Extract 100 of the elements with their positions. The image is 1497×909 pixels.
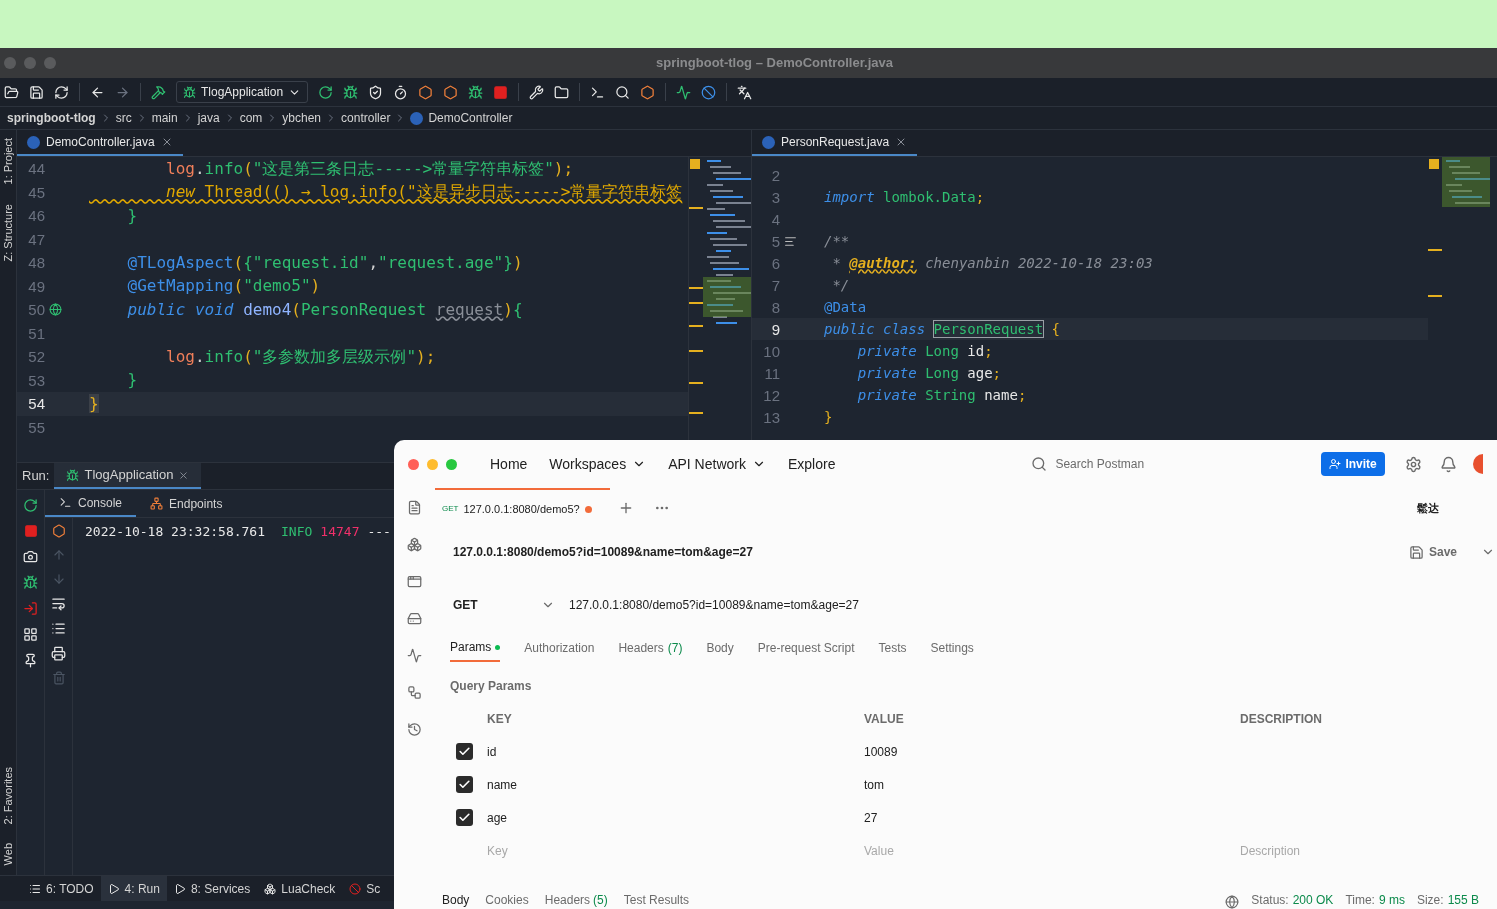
breadcrumb[interactable]: DemoController bbox=[428, 109, 513, 127]
history-icon[interactable] bbox=[407, 722, 422, 737]
hexagon-icon[interactable] bbox=[640, 84, 656, 100]
value-field[interactable]: Value bbox=[864, 841, 1064, 860]
param-value[interactable]: 10089 bbox=[864, 742, 898, 761]
hexagon-icon[interactable] bbox=[418, 84, 434, 100]
monitors-icon[interactable] bbox=[407, 648, 422, 663]
breadcrumb[interactable]: java bbox=[197, 109, 220, 127]
breadcrumb[interactable]: springboot-tlog bbox=[7, 109, 96, 127]
breadcrumb[interactable]: ybchen bbox=[282, 109, 322, 127]
back-icon[interactable] bbox=[90, 84, 105, 100]
pin-icon[interactable] bbox=[23, 653, 38, 668]
login-icon[interactable] bbox=[23, 601, 38, 616]
nav-item[interactable]: Home bbox=[490, 453, 528, 475]
list-icon[interactable] bbox=[51, 621, 66, 636]
nav-item[interactable]: Workspaces bbox=[549, 453, 647, 475]
response-tab[interactable]: Cookies bbox=[485, 891, 529, 909]
ban-icon[interactable] bbox=[701, 84, 717, 100]
run-tab[interactable]: TlogApplication bbox=[54, 463, 202, 489]
translate-icon[interactable] bbox=[737, 84, 753, 100]
globe-icon[interactable] bbox=[1225, 895, 1240, 909]
breadcrumb[interactable]: controller bbox=[341, 109, 391, 127]
bug-icon[interactable] bbox=[468, 84, 484, 100]
rerun-icon[interactable] bbox=[318, 84, 334, 100]
wrap-icon[interactable] bbox=[51, 596, 66, 611]
tool-window-button[interactable]: Z: Structure bbox=[0, 204, 17, 262]
nav-item[interactable]: API Network bbox=[668, 453, 766, 475]
tool-window-tab[interactable]: 6: TODO bbox=[22, 876, 101, 901]
checkbox[interactable] bbox=[456, 776, 473, 793]
close-icon[interactable] bbox=[178, 469, 190, 481]
request-tab-item[interactable]: Tests bbox=[878, 634, 907, 662]
stop-icon[interactable] bbox=[23, 524, 38, 538]
flows-icon[interactable] bbox=[407, 685, 422, 700]
param-key[interactable]: id bbox=[487, 742, 497, 761]
environments-icon[interactable] bbox=[407, 574, 422, 589]
camera-icon[interactable] bbox=[23, 549, 38, 564]
request-tab-item[interactable]: Body bbox=[706, 634, 734, 662]
request-tab-item[interactable]: Headers (7) bbox=[618, 634, 683, 662]
request-tab[interactable]: GET 127.0.0.1:8080/demo5? bbox=[435, 488, 610, 528]
settings-icon[interactable] bbox=[1404, 455, 1422, 473]
method-select[interactable]: GET bbox=[453, 596, 569, 614]
lines-icon[interactable] bbox=[783, 234, 797, 248]
workspace-user[interactable]: 鬆达 bbox=[1417, 499, 1439, 517]
search-field[interactable]: Search Postman bbox=[1031, 455, 1312, 473]
breadcrumb[interactable]: com bbox=[239, 109, 263, 127]
new-tab-icon[interactable] bbox=[618, 500, 634, 516]
search-icon[interactable] bbox=[615, 84, 631, 100]
save-button[interactable]: Save bbox=[1408, 543, 1457, 561]
close-light[interactable] bbox=[408, 458, 419, 470]
param-value[interactable]: tom bbox=[864, 775, 884, 794]
terminal-icon[interactable] bbox=[590, 84, 606, 100]
apis-icon[interactable] bbox=[407, 537, 422, 552]
hexagon-icon[interactable] bbox=[443, 84, 459, 100]
response-tab[interactable]: Test Results bbox=[623, 891, 690, 909]
param-value[interactable]: 27 bbox=[864, 808, 878, 827]
console-tab[interactable]: Endpoints bbox=[136, 490, 237, 517]
param-key[interactable]: name bbox=[487, 775, 518, 794]
forward-icon[interactable] bbox=[115, 84, 130, 100]
response-tab[interactable]: Headers (5) bbox=[544, 891, 608, 909]
tool-window-tab[interactable]: LuaCheck bbox=[257, 876, 343, 901]
shield-icon[interactable] bbox=[368, 84, 384, 100]
bell-icon[interactable] bbox=[1439, 455, 1457, 473]
request-tab-item[interactable]: Settings bbox=[930, 634, 974, 662]
description-field[interactable]: Description bbox=[1240, 841, 1440, 860]
param-key[interactable]: age bbox=[487, 808, 508, 827]
key-field[interactable]: Key bbox=[487, 841, 687, 860]
breadcrumb[interactable]: src bbox=[115, 109, 132, 127]
tool-window-tab[interactable]: 4: Run bbox=[100, 876, 167, 901]
wrench-icon[interactable] bbox=[529, 84, 545, 100]
timer-icon[interactable] bbox=[393, 84, 409, 100]
checkbox[interactable] bbox=[456, 743, 473, 760]
response-tab[interactable]: Body bbox=[442, 891, 470, 909]
tool-window-button[interactable]: Web bbox=[0, 842, 17, 865]
refresh-icon[interactable] bbox=[54, 84, 69, 100]
request-tab-item[interactable]: Pre-request Script bbox=[757, 634, 855, 662]
layout-icon[interactable] bbox=[23, 627, 38, 642]
checkbox[interactable] bbox=[456, 809, 473, 826]
bug-icon[interactable] bbox=[23, 575, 38, 590]
run-config-dropdown[interactable]: TlogApplication bbox=[176, 81, 309, 103]
request-tab-item[interactable]: Params bbox=[450, 634, 501, 662]
bug-icon[interactable] bbox=[343, 84, 359, 100]
stop-icon[interactable] bbox=[493, 84, 509, 100]
print-icon[interactable] bbox=[51, 646, 66, 661]
folder-icon[interactable] bbox=[4, 84, 19, 100]
save-icon[interactable] bbox=[29, 84, 44, 100]
hammer-icon[interactable] bbox=[151, 84, 166, 100]
request-tab-item[interactable]: Authorization bbox=[524, 634, 595, 662]
avatar[interactable] bbox=[1472, 454, 1483, 474]
folder-icon[interactable] bbox=[554, 84, 570, 100]
tool-window-tab[interactable]: Sc bbox=[342, 876, 388, 901]
globe-icon[interactable] bbox=[48, 303, 62, 317]
tool-window-button[interactable]: 2: Favorites bbox=[0, 767, 17, 825]
invite-button[interactable]: Invite bbox=[1321, 452, 1385, 476]
console-tab[interactable]: Console bbox=[45, 490, 137, 517]
nav-item[interactable]: Explore bbox=[787, 453, 836, 475]
mock-servers-icon[interactable] bbox=[407, 611, 422, 626]
rerun-icon[interactable] bbox=[23, 498, 38, 513]
breadcrumb[interactable]: main bbox=[151, 109, 178, 127]
hexagon-icon[interactable] bbox=[51, 524, 66, 538]
activity-icon[interactable] bbox=[676, 84, 692, 100]
